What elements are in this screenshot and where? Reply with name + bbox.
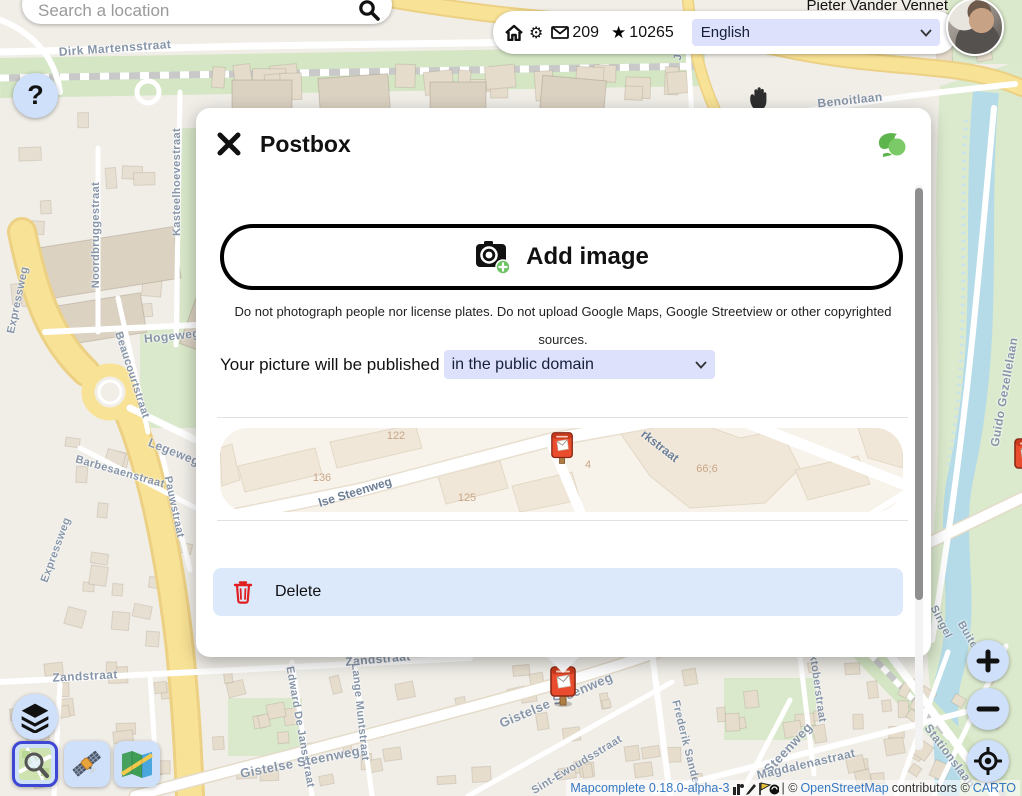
divider [217, 520, 908, 521]
user-toolbar: ⚙ 209 ★ 10265 English [493, 11, 957, 54]
osm-carto-icon [17, 746, 53, 782]
zoom-out-button[interactable] [967, 688, 1009, 730]
image-upload-note: Do not photograph people nor license pla… [224, 298, 902, 354]
delete-label: Delete [275, 583, 321, 601]
feature-popup: Postbox Add image Do not photograph peop… [196, 108, 931, 657]
popup-title: Postbox [260, 131, 351, 158]
map-attribution: Mapcomplete 0.18.0-alpha-3 | © OpenStree… [566, 780, 1020, 796]
language-select[interactable]: English [692, 19, 940, 46]
mapcomplete-version-link[interactable]: Mapcomplete 0.18.0-alpha-3 [570, 781, 729, 795]
license-select[interactable]: in the public domain [444, 350, 715, 379]
add-image-label: Add image [526, 243, 649, 271]
layers-icon [19, 701, 51, 733]
feature-minimap[interactable]: lse Steenwegrkstraat122136125466;6 [220, 428, 903, 512]
inbox-count: 209 [572, 24, 599, 42]
attribution-contributors: contributors © [892, 781, 970, 795]
camera-plus-icon [474, 239, 512, 275]
user-name[interactable]: Pieter Vander Vennet [0, 0, 948, 14]
help-button[interactable]: ? [13, 73, 58, 118]
basemap-foldedmap-button[interactable] [114, 741, 160, 787]
attribution-separator: | © [782, 781, 798, 795]
attribution-mini-icons [733, 782, 779, 795]
geolocate-button[interactable] [967, 740, 1009, 782]
basemap-osm-button[interactable] [12, 741, 58, 787]
add-image-button[interactable]: Add image [220, 224, 903, 290]
mapcomplete-app: Dirk MartensstraatNoordbruggestraatKaste… [0, 0, 1022, 796]
folded-map-icon [119, 746, 155, 782]
close-icon[interactable] [214, 129, 244, 159]
satellite-icon [69, 746, 105, 782]
star-icon: ★ [611, 23, 626, 43]
changeset-count: 10265 [629, 24, 674, 42]
zoom-in-button[interactable] [967, 640, 1009, 682]
gear-icon[interactable]: ⚙ [529, 23, 543, 42]
theme-logo-icon [875, 128, 907, 160]
popup-header: Postbox [196, 108, 931, 180]
trash-icon [233, 580, 253, 604]
popup-scrollbar-thumb[interactable] [915, 188, 923, 600]
mail-icon[interactable] [551, 26, 569, 39]
popup-scrollbar-track [915, 185, 923, 750]
plus-icon [976, 649, 1000, 673]
carto-link[interactable]: CARTO [973, 781, 1016, 795]
help-label: ? [27, 80, 44, 111]
delete-button[interactable]: Delete [213, 568, 903, 616]
user-avatar[interactable] [946, 0, 1004, 56]
crosshair-icon [974, 747, 1002, 775]
osm-link[interactable]: OpenStreetMap [800, 781, 888, 795]
license-row: Your picture will be published in the pu… [220, 350, 910, 379]
minimap-canvas [220, 428, 903, 512]
home-icon[interactable] [505, 24, 523, 41]
minus-icon [976, 697, 1000, 721]
license-prefix-label: Your picture will be published [220, 355, 440, 375]
layers-button[interactable] [12, 694, 58, 740]
popup-pointer [546, 656, 580, 673]
divider [217, 417, 908, 418]
basemap-satellite-button[interactable] [64, 741, 110, 787]
